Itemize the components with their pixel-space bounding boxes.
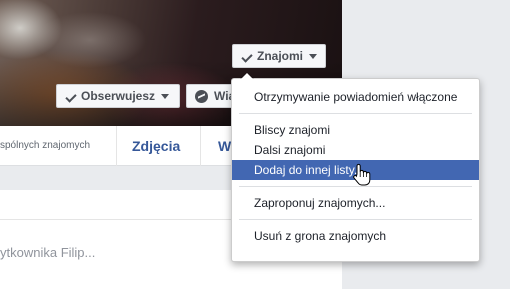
messenger-icon <box>195 89 208 103</box>
tab-divider <box>200 126 201 166</box>
checkmark-icon <box>65 90 77 103</box>
menu-item-acquaintances[interactable]: Dalsi znajomi <box>232 140 479 160</box>
caret-down-icon <box>161 93 170 99</box>
menu-item-suggest-friends[interactable]: Zaproponuj znajomych... <box>232 193 479 213</box>
tab-divider <box>116 126 117 166</box>
menu-separator <box>239 219 472 220</box>
follow-button[interactable]: Obserwujesz <box>56 84 180 108</box>
friends-button-label: Znajomi <box>257 49 304 63</box>
post-placeholder: ytkownika Filip... <box>0 245 96 260</box>
friends-button[interactable]: Znajomi <box>232 44 326 68</box>
menu-item-notifications[interactable]: Otrzymywanie powiadomień włączone <box>232 87 479 107</box>
mutual-friends-tab[interactable]: spólnych znajomych <box>0 140 90 151</box>
follow-button-label: Obserwujesz <box>81 89 156 103</box>
caret-down-icon <box>309 53 318 59</box>
checkmark-icon <box>241 50 253 63</box>
hand-cursor-icon <box>353 163 371 186</box>
menu-item-unfriend[interactable]: Usuń z grona znajomych <box>232 226 479 246</box>
menu-item-close-friends[interactable]: Bliscy znajomi <box>232 120 479 140</box>
tab-next[interactable]: W <box>218 138 231 154</box>
tab-photos[interactable]: Zdjęcia <box>132 138 180 154</box>
menu-separator <box>239 113 472 114</box>
